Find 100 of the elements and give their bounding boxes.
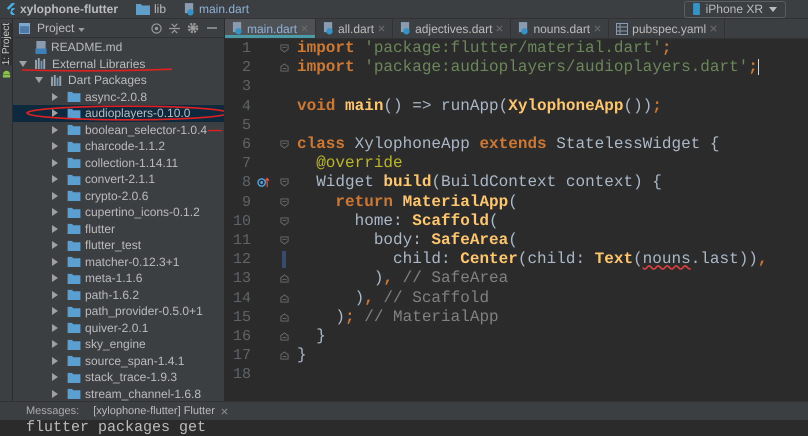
close-icon[interactable] (220, 408, 228, 414)
tree-item[interactable]: collection-1.14.11 (13, 154, 224, 171)
tab-label[interactable]: all.dart (338, 22, 374, 36)
tab-label[interactable]: nouns.dart (533, 22, 590, 36)
tree-item[interactable]: README.md (13, 39, 224, 56)
line-number: 1 (240, 40, 251, 58)
line-number: 7 (240, 155, 251, 172)
device-dropdown[interactable]: iPhone XR (684, 0, 786, 18)
line-number: 11 (232, 232, 251, 249)
folder-icon (67, 223, 81, 234)
tree-item[interactable]: flutter (13, 220, 224, 237)
code-line: child: Center(child: Text(nouns.last)), (392, 250, 768, 270)
line-number: 12 (232, 251, 251, 268)
tree-item[interactable]: stack_trace-1.9.3 (13, 369, 224, 386)
tree-item[interactable]: cupertino_icons-0.1.2 (13, 204, 224, 220)
dart-file-icon (184, 2, 196, 16)
tab-label[interactable]: adjectives.dart (415, 22, 492, 36)
target-icon[interactable] (151, 22, 162, 34)
tree-item[interactable]: matcher-0.12.3+1 (13, 254, 224, 270)
markdown-file-icon (35, 40, 47, 54)
code-line: import 'package:flutter/material.dart'; (297, 39, 672, 58)
tree-item[interactable]: path-1.6.2 (13, 286, 224, 303)
line-number: 2 (240, 59, 251, 76)
fold-marker-icon[interactable] (280, 178, 288, 188)
folder-icon (67, 306, 81, 317)
messages-label: Messages: (26, 405, 80, 417)
editor-tab[interactable]: pubspec.yaml (609, 19, 726, 38)
project-view-dropdown[interactable]: Project (37, 21, 85, 35)
folder-icon (67, 338, 81, 350)
line-number: 6 (240, 136, 251, 154)
line-number: 14 (232, 290, 251, 307)
code-line: home: Scaffold( (354, 212, 499, 231)
folder-icon (67, 157, 81, 168)
flutter-logo-icon (6, 3, 16, 15)
tab-label[interactable]: pubspec.yaml (632, 22, 706, 36)
tree-item[interactable]: Dart Packages (13, 72, 224, 88)
caret-icon (769, 6, 777, 12)
folder-icon (136, 3, 150, 15)
editor-tab[interactable]: all.dart (316, 19, 394, 38)
line-number: 15 (232, 308, 251, 326)
tree-item[interactable]: path_provider-0.5.0+1 (13, 303, 224, 320)
breadcrumb-item[interactable]: xylophone-flutter (20, 2, 118, 16)
breadcrumb-item[interactable]: lib (154, 2, 166, 16)
tree-item[interactable]: charcode-1.1.2 (13, 138, 224, 154)
table-file-icon (616, 22, 628, 34)
fold-marker-icon[interactable] (280, 236, 288, 245)
editor-tab[interactable]: nouns.dart (511, 19, 610, 38)
settings-icon[interactable] (187, 22, 199, 34)
override-marker-icon[interactable] (256, 177, 270, 188)
project-tool-tab[interactable]: 1: Project (0, 23, 12, 66)
code-line: void main() => runApp(XylophoneApp()); (297, 96, 662, 116)
folder-icon (67, 206, 81, 218)
tree-item[interactable]: source_span-1.4.1 (13, 352, 224, 369)
fold-marker-icon[interactable] (280, 63, 288, 72)
code-line: Widget build(BuildContext context) { (315, 173, 662, 192)
folder-icon (67, 372, 81, 383)
code-line: import 'package:audioplayers/audioplayers.dart'; (297, 58, 760, 78)
tab-label[interactable]: main.dart (247, 22, 298, 36)
folder-icon (67, 322, 81, 334)
fold-marker-icon[interactable] (280, 198, 288, 207)
tree-item[interactable]: External Libraries (13, 56, 224, 72)
tree-item[interactable]: stream_channel-1.6.8 (13, 386, 224, 401)
tree-item[interactable]: async-2.0.8 (13, 88, 224, 105)
fold-marker-icon[interactable] (280, 216, 288, 226)
collapse-icon[interactable] (169, 22, 180, 34)
fold-marker-icon[interactable] (280, 351, 288, 360)
tree-item[interactable]: audioplayers-0.10.0 (13, 105, 224, 122)
fold-marker-icon[interactable] (280, 44, 288, 54)
tree-item[interactable]: sky_engine (13, 336, 224, 352)
tree-item[interactable]: convert-2.1.1 (13, 171, 224, 188)
breadcrumb-item[interactable]: main.dart (199, 2, 250, 16)
android-icon (2, 69, 10, 78)
line-number: 18 (232, 366, 251, 384)
fold-marker-icon[interactable] (280, 140, 288, 150)
code-line: ); // MaterialApp (334, 308, 499, 327)
tree-item[interactable]: meta-1.1.6 (13, 270, 224, 286)
tree-item[interactable]: quiver-2.0.1 (13, 320, 224, 336)
folder-icon (67, 91, 81, 102)
tree-item[interactable]: crypto-2.0.6 (13, 188, 224, 204)
code-line: class XylophoneApp extends StatelessWidget { (297, 135, 720, 154)
line-number: 16 (232, 328, 251, 345)
folder-icon (67, 124, 81, 136)
dart-file-icon (323, 22, 334, 35)
line-number: 5 (240, 116, 251, 134)
editor-tab[interactable]: main.dart (225, 19, 316, 38)
folder-icon (67, 174, 81, 185)
folder-icon (67, 355, 81, 366)
fold-marker-icon[interactable] (280, 312, 288, 322)
window-icon (19, 22, 30, 34)
code-line: @override (315, 154, 403, 174)
code-line: return MaterialApp( (334, 192, 518, 212)
messages-tab[interactable]: [xylophone-flutter] Flutter (93, 405, 228, 417)
fold-marker-icon[interactable] (280, 294, 288, 303)
fold-marker-icon[interactable] (280, 274, 288, 284)
code-line: ), // Scaffold (354, 288, 490, 308)
tree-item[interactable]: flutter_test (13, 237, 224, 254)
tree-item[interactable]: boolean_selector-1.0.4 (13, 122, 224, 138)
line-number: 13 (232, 270, 251, 288)
fold-marker-icon[interactable] (280, 332, 288, 341)
editor-tab[interactable]: adjectives.dart (393, 19, 512, 38)
